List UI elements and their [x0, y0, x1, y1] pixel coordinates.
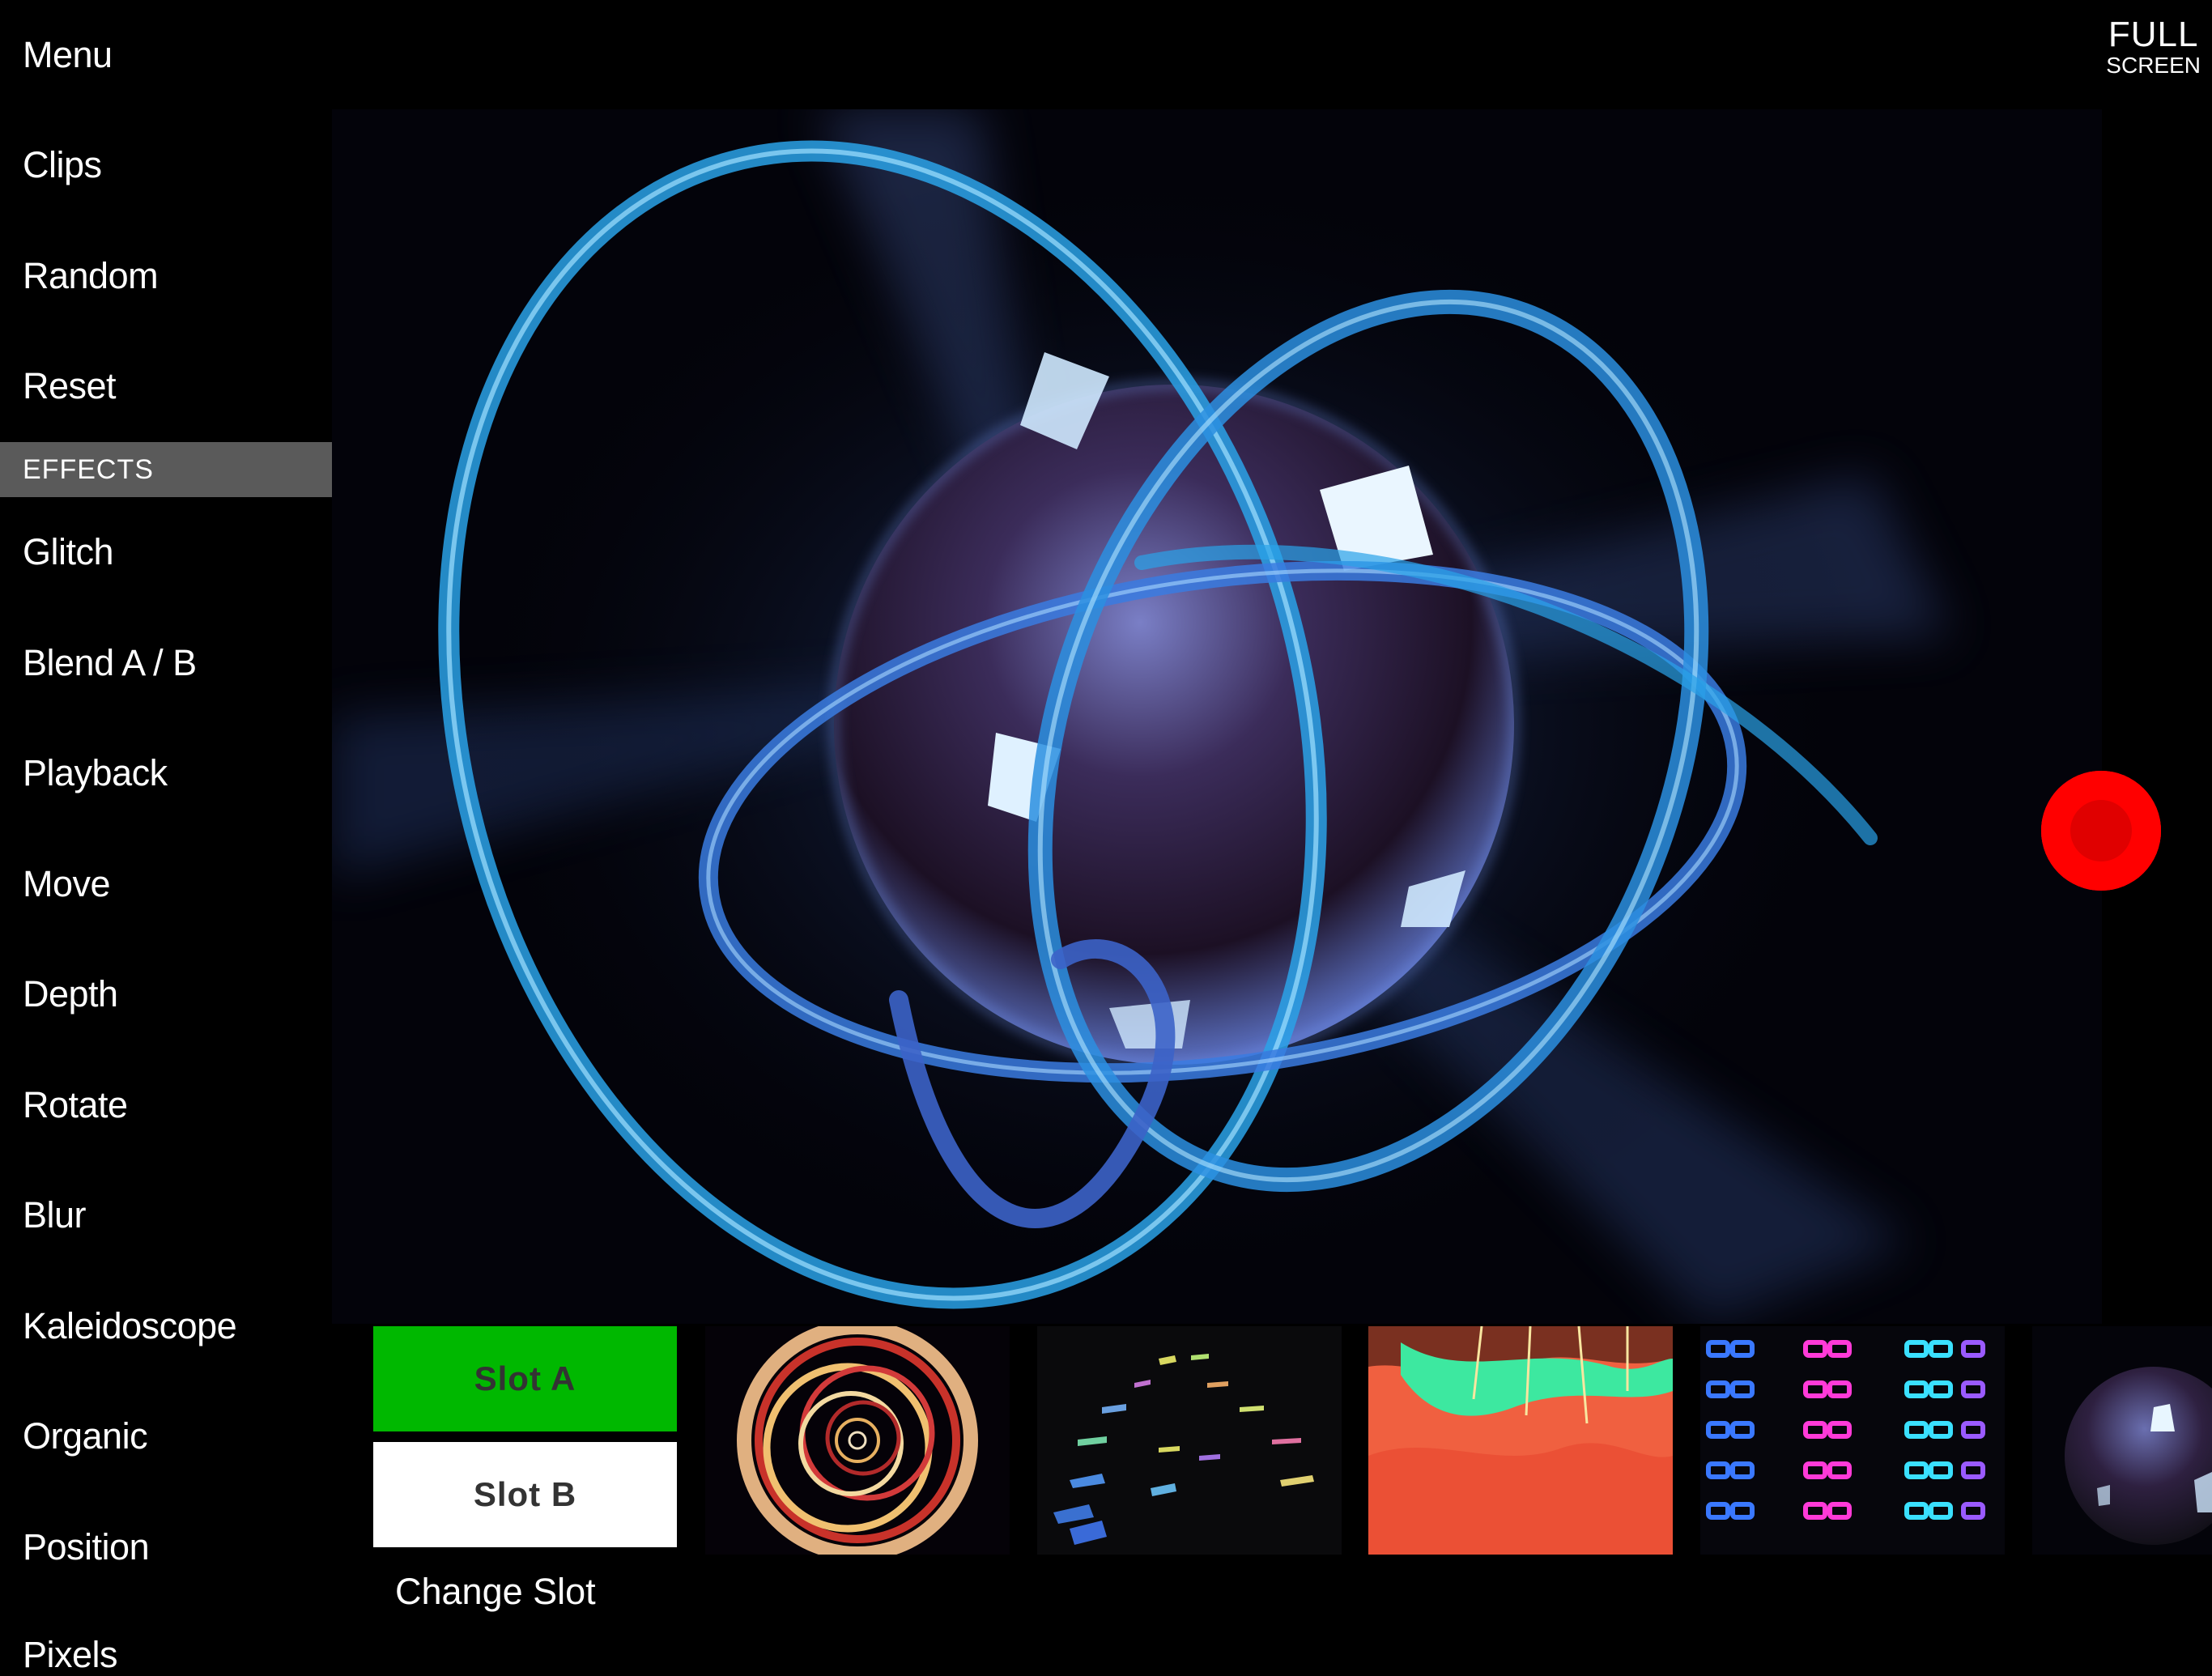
effect-rotate[interactable]: Rotate — [23, 1084, 128, 1126]
effect-depth[interactable]: Depth — [23, 973, 118, 1015]
record-button[interactable] — [2041, 771, 2161, 891]
floating-tiles-thumbnail — [1037, 1326, 1342, 1555]
effect-playback[interactable]: Playback — [23, 752, 168, 794]
random-button[interactable]: Random — [23, 255, 159, 297]
slot-a-button[interactable]: Slot A — [373, 1326, 677, 1431]
clip-thumbnail-4[interactable] — [1700, 1326, 2005, 1555]
sidebar: Menu Clips Random Reset EFFECTS Glitch B… — [0, 0, 332, 1675]
clip-thumbnail-1[interactable] — [705, 1326, 1010, 1555]
neon-grid-thumbnail — [1700, 1326, 2005, 1555]
effects-section-header: EFFECTS — [0, 442, 332, 497]
reset-button[interactable]: Reset — [23, 365, 117, 407]
menu-button[interactable]: Menu — [23, 34, 113, 76]
fullscreen-label-top: FULL — [2108, 15, 2199, 54]
fullscreen-label-bottom: SCREEN — [2106, 53, 2201, 78]
clips-button[interactable]: Clips — [23, 144, 102, 186]
spiral-rings-thumbnail — [705, 1326, 1010, 1555]
video-preview[interactable] — [332, 109, 2102, 1324]
change-slot-button[interactable]: Change Slot — [395, 1571, 596, 1613]
effect-blend-ab[interactable]: Blend A / B — [23, 642, 197, 684]
clip-thumbnail-2[interactable] — [1037, 1326, 1342, 1555]
fullscreen-button[interactable]: FULL SCREEN — [2106, 16, 2201, 78]
effect-move[interactable]: Move — [23, 863, 111, 905]
effect-glitch[interactable]: Glitch — [23, 531, 114, 573]
effect-pixels[interactable]: Pixels — [23, 1634, 118, 1676]
effect-organic[interactable]: Organic — [23, 1415, 148, 1457]
visual-render — [332, 109, 2102, 1324]
orange-waves-thumbnail — [1368, 1326, 1673, 1555]
clip-thumbnail-3[interactable] — [1368, 1326, 1673, 1555]
effect-blur[interactable]: Blur — [23, 1194, 87, 1236]
slot-b-button[interactable]: Slot B — [373, 1442, 677, 1547]
clip-thumbnail-5[interactable] — [2032, 1326, 2212, 1555]
effect-kaleidoscope[interactable]: Kaleidoscope — [23, 1305, 237, 1347]
sphere-rings-thumbnail — [2032, 1326, 2212, 1555]
effect-position[interactable]: Position — [23, 1526, 150, 1568]
